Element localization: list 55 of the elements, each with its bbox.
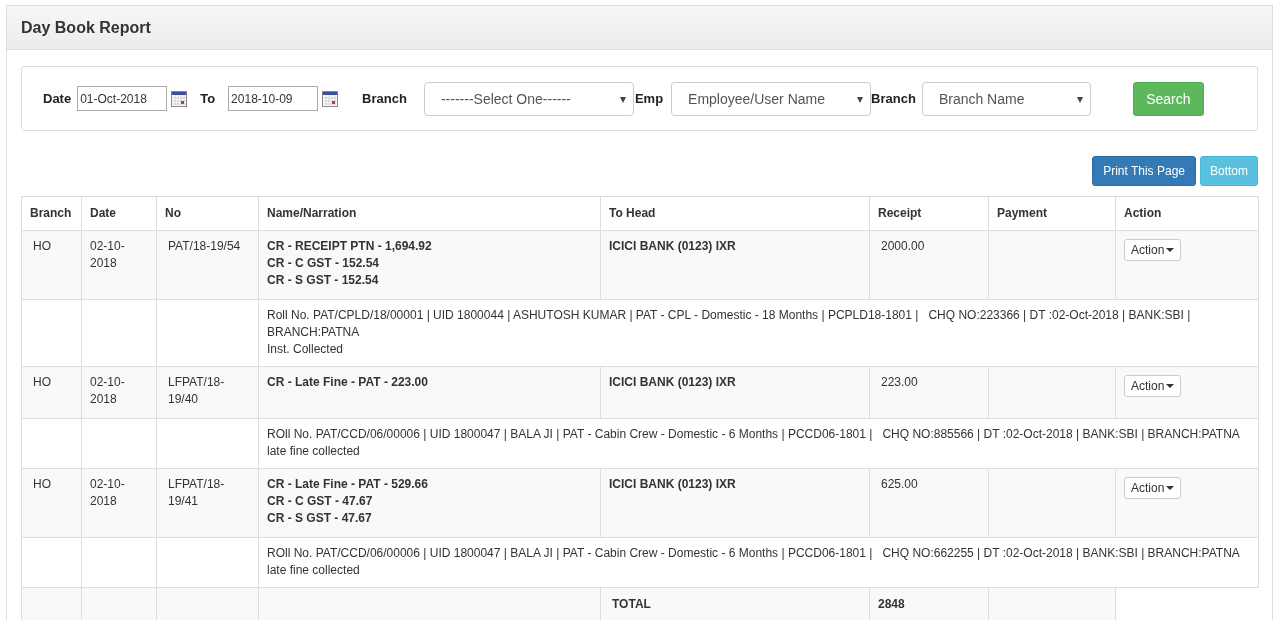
date-from-field[interactable]: 01-Oct-2018 [77,86,168,111]
table-cell: 02-10-2018 [81,230,157,300]
table-cell: HO [21,468,82,538]
table-cell: HO [21,230,82,300]
table-cell: 2848 [869,587,989,620]
emp-label: Emp [634,91,664,106]
column-header: No [156,196,259,231]
table-cell: CR - RECEIPT PTN - 1,694.92 CR - C GST - 152.54 CR - S GST - 152.54 [258,230,601,300]
table-cell: TOTAL [600,587,870,620]
table-cell: 02-10-2018 [81,366,157,419]
column-header: Payment [988,196,1116,231]
table-cell: HO [21,366,82,419]
to-label: To [200,91,216,106]
branch-select[interactable]: -------Select One------ [423,81,634,116]
branch-name-select[interactable]: Branch Name [921,81,1091,116]
action-dropdown[interactable]: Action [1124,477,1182,499]
table-cell: ICICI BANK (0123) IXR [600,468,870,538]
calendar-icon[interactable] [322,90,339,107]
column-header: To Head [600,196,870,231]
table-cell: PAT/18-19/54 [156,230,259,300]
table-cell [21,299,82,367]
column-header: Name/Narration [258,196,601,231]
table-cell: 223.00 [869,366,989,419]
table-cell: 2000.00 [869,230,989,300]
print-button[interactable]: Print This Page [1092,156,1196,186]
column-header: Branch [21,196,82,231]
table-cell: 625.00 [869,468,989,538]
employee-select[interactable]: Employee/User Name [671,81,872,116]
column-header: Action [1115,196,1259,231]
calendar-icon[interactable] [171,90,188,107]
branch-label: Branch [871,91,916,106]
page-title: Day Book Report [21,18,151,37]
table-cell: ROll No. PAT/CCD/06/00006 | UID 1800047 | BALA JI | PAT - Cabin Crew - Domestic - 6 Months | PCCD06-1801 | CHQ NO:662255 | DT :02-Oct-2018 | BANK:SBI | BRANCH:PATNA late fine collected [258,537,1259,588]
table-cell [21,418,82,469]
dropdown-arrow-icon [619,96,626,103]
table-cell: LFPAT/18-19/40 [156,366,259,419]
date-label: Date [43,91,72,106]
dropdown-arrow-icon [1076,96,1083,103]
table-cell: ICICI BANK (0123) IXR [600,366,870,419]
column-header: Date [81,196,157,231]
table-cell [21,537,82,588]
table-cell: ICICI BANK (0123) IXR [600,230,870,300]
branch-label: Branch [362,91,407,106]
action-dropdown[interactable]: Action [1124,375,1182,397]
table-cell: Roll No. PAT/CPLD/18/00001 | UID 1800044 | ASHUTOSH KUMAR | PAT - CPL - Domestic - 18 Months | PCPLD18-1801 | CHQ NO:223366 | DT :02-Oct-2018 | BANK:SBI | BRANCH:PATNA Inst. Collected [258,299,1259,367]
dropdown-arrow-icon [857,96,864,103]
table-cell: ROll No. PAT/CCD/06/00006 | UID 1800047 | BALA JI | PAT - Cabin Crew - Domestic - 6 Months | PCCD06-1801 | CHQ NO:885566 | DT :02-Oct-2018 | BANK:SBI | BRANCH:PATNA late fine collected [258,418,1259,469]
date-to-field[interactable]: 2018-10-09 [228,86,319,111]
table-cell: LFPAT/18-19/41 [156,468,259,538]
table-cell: CR - Late Fine - PAT - 529.66 CR - C GST - 47.67 CR - S GST - 47.67 [258,468,601,538]
table-cell: 02-10-2018 [81,468,157,538]
action-dropdown[interactable]: Action [1124,239,1182,261]
table-cell [21,587,82,620]
column-header: Receipt [869,196,989,231]
table-cell: CR - Late Fine - PAT - 223.00 [258,366,601,419]
